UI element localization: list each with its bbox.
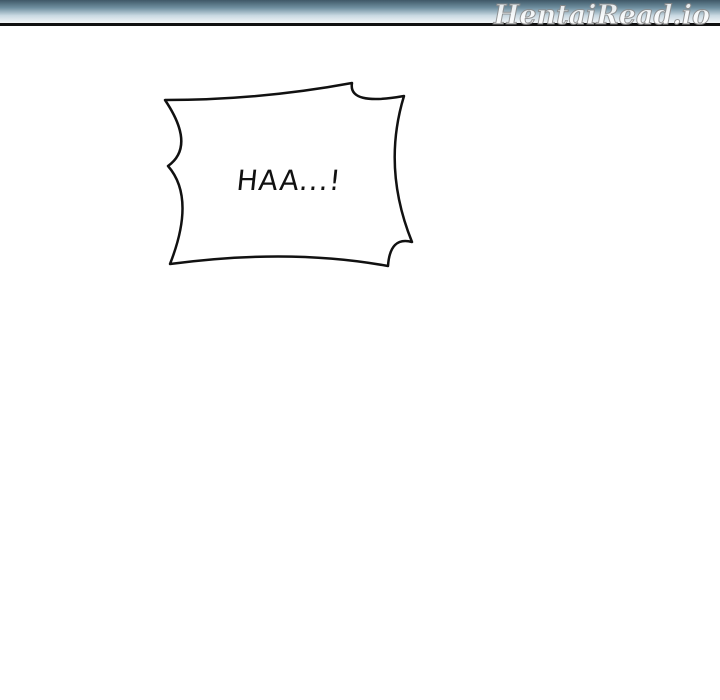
watermark: HentaiRead.io bbox=[493, 0, 710, 31]
speech-bubble-text: HAA...! bbox=[235, 164, 344, 197]
speech-bubble: HAA...! bbox=[160, 78, 418, 270]
previous-panel-edge: HentaiRead.io bbox=[0, 0, 720, 31]
comic-page: HentaiRead.io HAA...! bbox=[0, 0, 720, 700]
